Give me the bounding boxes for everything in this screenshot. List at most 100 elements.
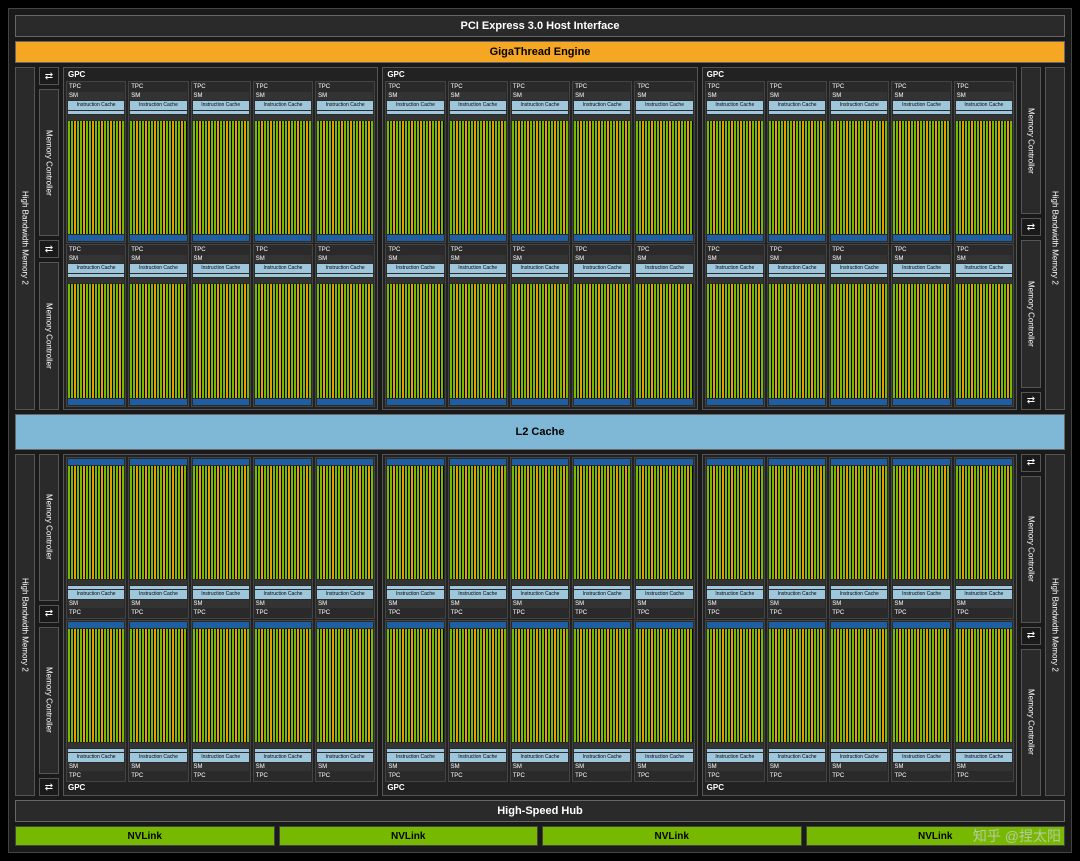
instruction-cache-label: Instruction Cache bbox=[893, 101, 949, 110]
tpc-block: TPCSMInstruction Cache bbox=[315, 620, 375, 782]
scheduler-block bbox=[636, 743, 692, 748]
register-file bbox=[574, 274, 630, 277]
bus-arrow-icon: ⇄ bbox=[39, 67, 59, 85]
sm-label: SM bbox=[831, 763, 887, 771]
instruction-cache-label: Instruction Cache bbox=[130, 753, 186, 762]
tpc-label: TPC bbox=[317, 246, 373, 254]
tpc-block: TPCSMInstruction Cache bbox=[829, 244, 889, 406]
bus-arrow-icon: ⇄ bbox=[39, 240, 59, 258]
tpc-block: TPCSMInstruction Cache bbox=[954, 457, 1014, 619]
tpc-block: TPCSMInstruction Cache bbox=[572, 244, 632, 406]
tpc-block: TPCSMInstruction Cache bbox=[191, 81, 251, 243]
tpc-block: TPCSMInstruction Cache bbox=[705, 244, 765, 406]
memory-controller-label: Memory Controller bbox=[1021, 649, 1041, 796]
register-file bbox=[255, 749, 311, 752]
tpc-label: TPC bbox=[893, 83, 949, 91]
sm-label: SM bbox=[193, 92, 249, 100]
bus-arrow-icon: ⇄ bbox=[1021, 454, 1041, 472]
tpc-label: TPC bbox=[255, 772, 311, 780]
instruction-cache-label: Instruction Cache bbox=[317, 264, 373, 273]
cuda-cores-grid bbox=[831, 629, 887, 742]
scheduler-block bbox=[707, 115, 763, 120]
cuda-cores-grid bbox=[255, 284, 311, 397]
register-file bbox=[636, 111, 692, 114]
register-file bbox=[255, 586, 311, 589]
tpc-label: TPC bbox=[68, 246, 124, 254]
scheduler-block bbox=[255, 115, 311, 120]
instruction-cache-label: Instruction Cache bbox=[769, 590, 825, 599]
cuda-cores-grid bbox=[68, 629, 124, 742]
scheduler-block bbox=[387, 743, 443, 748]
instruction-cache-label: Instruction Cache bbox=[193, 264, 249, 273]
register-file bbox=[707, 586, 763, 589]
instruction-cache-label: Instruction Cache bbox=[893, 264, 949, 273]
cuda-cores-grid bbox=[636, 121, 692, 234]
cuda-cores-grid bbox=[255, 466, 311, 579]
cuda-cores-grid bbox=[893, 121, 949, 234]
scheduler-block bbox=[831, 743, 887, 748]
tpc-block: TPCSMInstruction Cache bbox=[128, 620, 188, 782]
instruction-cache-label: Instruction Cache bbox=[450, 590, 506, 599]
sm-label: SM bbox=[193, 255, 249, 263]
instruction-cache-label: Instruction Cache bbox=[512, 264, 568, 273]
scheduler-block bbox=[130, 580, 186, 585]
shared-memory-block bbox=[707, 622, 763, 628]
sm-label: SM bbox=[255, 763, 311, 771]
cuda-cores-grid bbox=[387, 284, 443, 397]
tpc-block: TPCSMInstruction Cache bbox=[510, 620, 570, 782]
register-file bbox=[387, 274, 443, 277]
register-file bbox=[255, 274, 311, 277]
tpc-block: TPCSMInstruction Cache bbox=[385, 81, 445, 243]
right-memctrl-col: Memory Controller ⇄ Memory Controller ⇄ bbox=[1021, 67, 1041, 410]
register-file bbox=[893, 111, 949, 114]
cuda-cores-grid bbox=[831, 121, 887, 234]
scheduler-block bbox=[68, 278, 124, 283]
shared-memory-block bbox=[68, 622, 124, 628]
cuda-cores-grid bbox=[317, 629, 373, 742]
shared-memory-block bbox=[707, 459, 763, 465]
top-half: High Bandwidth Memory 2 ⇄ Memory Control… bbox=[15, 67, 1065, 410]
tpc-row: TPCSMInstruction CacheTPCSMInstruction C… bbox=[705, 81, 1014, 243]
memory-controller-label: Memory Controller bbox=[1021, 240, 1041, 387]
instruction-cache-label: Instruction Cache bbox=[893, 753, 949, 762]
instruction-cache-label: Instruction Cache bbox=[255, 101, 311, 110]
tpc-block: TPCSMInstruction Cache bbox=[829, 81, 889, 243]
gpc-label: GPC bbox=[705, 70, 1014, 80]
scheduler-block bbox=[317, 580, 373, 585]
shared-memory-block bbox=[130, 459, 186, 465]
tpc-row: TPCSMInstruction Cache TPCSMInstruction C… bbox=[385, 620, 694, 782]
scheduler-block bbox=[574, 580, 630, 585]
instruction-cache-label: Instruction Cache bbox=[636, 101, 692, 110]
scheduler-block bbox=[636, 115, 692, 120]
sm-label: SM bbox=[512, 600, 568, 608]
memory-controller-label: Memory Controller bbox=[39, 454, 59, 601]
sm-label: SM bbox=[769, 255, 825, 263]
shared-memory-block bbox=[193, 399, 249, 405]
scheduler-block bbox=[255, 580, 311, 585]
scheduler-block bbox=[769, 743, 825, 748]
sm-label: SM bbox=[512, 92, 568, 100]
sm-label: SM bbox=[255, 255, 311, 263]
nvlink-label: NVLink bbox=[279, 826, 539, 846]
gpc-block: GPCTPCSMInstruction CacheTPCSMInstructio… bbox=[63, 454, 378, 797]
bottom-half: High Bandwidth Memory 2 Memory Controlle… bbox=[15, 454, 1065, 797]
tpc-label: TPC bbox=[255, 609, 311, 617]
shared-memory-block bbox=[130, 235, 186, 241]
shared-memory-block bbox=[512, 399, 568, 405]
tpc-block: TPCSMInstruction Cache bbox=[510, 457, 570, 619]
register-file bbox=[893, 749, 949, 752]
tpc-block: TPCSMInstruction Cache bbox=[385, 620, 445, 782]
register-file bbox=[831, 586, 887, 589]
shared-memory-block bbox=[956, 235, 1012, 241]
hbm-label: High Bandwidth Memory 2 bbox=[15, 454, 35, 797]
sm-label: SM bbox=[512, 255, 568, 263]
shared-memory-block bbox=[574, 235, 630, 241]
scheduler-block bbox=[450, 743, 506, 748]
scheduler-block bbox=[707, 278, 763, 283]
shared-memory-block bbox=[956, 622, 1012, 628]
scheduler-block bbox=[512, 278, 568, 283]
tpc-block: TPCSMInstruction Cache bbox=[315, 81, 375, 243]
shared-memory-block bbox=[450, 399, 506, 405]
register-file bbox=[68, 111, 124, 114]
shared-memory-block bbox=[893, 235, 949, 241]
